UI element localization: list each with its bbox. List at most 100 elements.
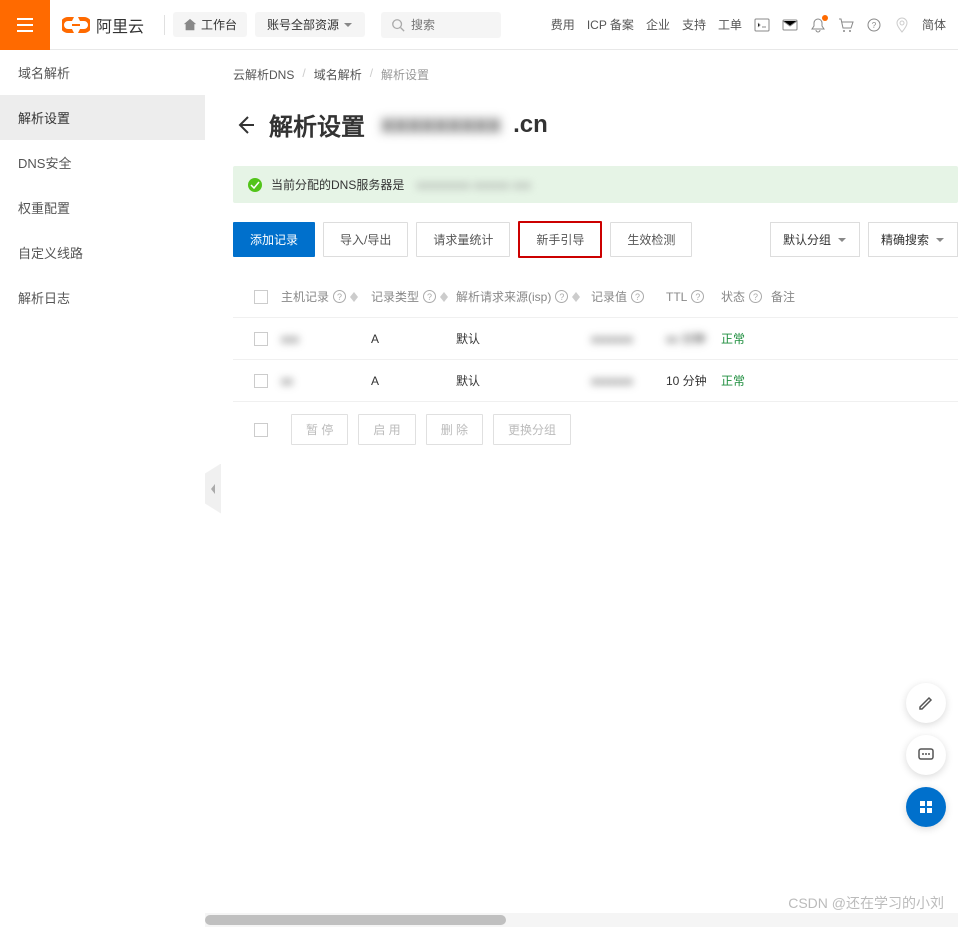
notification-dot xyxy=(822,15,828,21)
chevron-down-icon xyxy=(837,235,847,245)
th-type[interactable]: 记录类型 ? xyxy=(371,288,456,305)
help-icon[interactable]: ? xyxy=(749,290,762,303)
th-host[interactable]: 主机记录 ? xyxy=(281,288,371,305)
location-icon[interactable] xyxy=(894,17,910,33)
sidebar-item-resolve-settings[interactable]: 解析设置 xyxy=(0,95,205,140)
import-export-button[interactable]: 导入/导出 xyxy=(323,222,408,257)
chevron-left-icon xyxy=(209,483,217,495)
hamburger-menu-button[interactable] xyxy=(0,0,50,50)
sort-icon[interactable] xyxy=(350,292,358,302)
sort-icon[interactable] xyxy=(440,292,448,302)
sidebar-item-weight-config[interactable]: 权重配置 xyxy=(0,185,205,230)
select-all-checkbox[interactable] xyxy=(254,290,268,304)
alert-text: 当前分配的DNS服务器是 xyxy=(271,176,404,193)
bulk-pause-button[interactable]: 暂 停 xyxy=(291,414,348,445)
help-icon[interactable]: ? xyxy=(631,290,644,303)
resource-label: 账号全部资源 xyxy=(267,16,339,33)
sort-icon[interactable] xyxy=(572,292,580,302)
pencil-icon xyxy=(917,694,935,712)
link-icp[interactable]: ICP 备案 xyxy=(587,16,634,33)
breadcrumb-item[interactable]: 域名解析 xyxy=(314,66,362,83)
validity-check-button[interactable]: 生效检测 xyxy=(610,222,692,257)
float-buttons xyxy=(906,683,946,827)
top-header: 阿里云 工作台 账号全部资源 费用 ICP 备案 企业 支持 工单 ? 简体 xyxy=(0,0,958,50)
svg-text:?: ? xyxy=(872,21,877,30)
aliyun-logo-icon xyxy=(62,15,90,35)
cloudshell-icon[interactable] xyxy=(754,17,770,33)
sidebar-item-resolve-log[interactable]: 解析日志 xyxy=(0,275,205,320)
edit-float-button[interactable] xyxy=(906,683,946,723)
horizontal-scrollbar[interactable] xyxy=(205,913,958,927)
scrollbar-thumb[interactable] xyxy=(205,915,506,925)
language-selector[interactable]: 简体 xyxy=(922,16,946,33)
link-enterprise[interactable]: 企业 xyxy=(646,16,670,33)
link-ticket[interactable]: 工单 xyxy=(718,16,742,33)
th-status: 状态 ? xyxy=(721,288,771,305)
alert-blurred: xxxxxxxxx xxxxxx xxx xyxy=(416,178,531,192)
row-checkbox[interactable] xyxy=(254,374,268,388)
cell-host: xx xyxy=(281,374,293,388)
page-title-domain-blurred: xxxxxxxxx xyxy=(381,111,501,139)
bulk-enable-button[interactable]: 启 用 xyxy=(358,414,415,445)
sidebar-item-custom-line[interactable]: 自定义线路 xyxy=(0,230,205,275)
feedback-float-button[interactable] xyxy=(906,735,946,775)
bulk-delete-button[interactable]: 删 除 xyxy=(426,414,483,445)
cart-icon[interactable] xyxy=(838,17,854,33)
breadcrumb-current: 解析设置 xyxy=(381,66,429,83)
sidebar: 域名解析 解析设置 DNS安全 权重配置 自定义线路 解析日志 xyxy=(0,50,205,927)
page-title: 解析设置 xyxy=(269,107,365,142)
help-icon[interactable]: ? xyxy=(423,290,436,303)
bulk-change-group-button[interactable]: 更换分组 xyxy=(493,414,571,445)
breadcrumb-sep: / xyxy=(370,66,373,83)
sidebar-item-dns-security[interactable]: DNS安全 xyxy=(0,140,205,185)
message-icon[interactable] xyxy=(782,17,798,33)
search-mode-label: 精确搜索 xyxy=(881,231,929,248)
table-row: xxx A 默认 xxxxxxx xx 分钟 正常 xyxy=(233,318,958,360)
chevron-down-icon xyxy=(343,20,353,30)
cell-value: xxxxxxx xyxy=(591,374,633,388)
page-title-row: 解析设置 xxxxxxxxx .cn xyxy=(233,107,958,142)
th-isp[interactable]: 解析请求来源(isp) ? xyxy=(456,288,591,305)
help-icon[interactable]: ? xyxy=(866,17,882,33)
help-icon[interactable]: ? xyxy=(555,290,568,303)
cell-status: 正常 xyxy=(721,372,771,389)
back-arrow-icon[interactable] xyxy=(233,113,257,137)
grid-icon xyxy=(917,798,935,816)
search-mode-selector[interactable]: 精确搜索 xyxy=(868,222,958,257)
bulk-checkbox[interactable] xyxy=(254,423,268,437)
toolbar: 添加记录 导入/导出 请求量统计 新手引导 生效检测 默认分组 精确搜索 xyxy=(233,221,958,258)
notification-icon[interactable] xyxy=(810,17,826,33)
row-checkbox[interactable] xyxy=(254,332,268,346)
add-record-button[interactable]: 添加记录 xyxy=(233,222,315,257)
link-fee[interactable]: 费用 xyxy=(551,16,575,33)
cell-type: A xyxy=(371,332,456,346)
help-icon[interactable]: ? xyxy=(691,290,704,303)
breadcrumb-item[interactable]: 云解析DNS xyxy=(233,66,294,83)
cell-ttl: xx 分钟 xyxy=(666,332,705,346)
logo[interactable]: 阿里云 xyxy=(50,13,156,37)
cell-isp: 默认 xyxy=(456,372,591,389)
bulk-actions-row: 暂 停 启 用 删 除 更换分组 xyxy=(233,402,958,457)
newbie-guide-button[interactable]: 新手引导 xyxy=(518,221,602,258)
cell-host: xxx xyxy=(281,332,299,346)
sidebar-item-domain-resolve[interactable]: 域名解析 xyxy=(0,50,205,95)
chevron-down-icon xyxy=(935,235,945,245)
workspace-button[interactable]: 工作台 xyxy=(173,12,247,37)
search-icon xyxy=(391,18,405,32)
help-icon[interactable]: ? xyxy=(333,290,346,303)
apps-float-button[interactable] xyxy=(906,787,946,827)
search-input[interactable] xyxy=(411,18,491,32)
cell-type: A xyxy=(371,374,456,388)
cell-isp: 默认 xyxy=(456,330,591,347)
group-selector[interactable]: 默认分组 xyxy=(770,222,860,257)
cell-ttl: 10 分钟 xyxy=(666,372,721,389)
chat-icon xyxy=(917,746,935,764)
request-stats-button[interactable]: 请求量统计 xyxy=(416,222,510,257)
th-note: 备注 xyxy=(771,288,821,305)
search-box[interactable] xyxy=(381,12,501,38)
link-support[interactable]: 支持 xyxy=(682,16,706,33)
sidebar-collapse-handle[interactable] xyxy=(205,464,221,514)
resource-selector[interactable]: 账号全部资源 xyxy=(255,12,365,37)
cell-status: 正常 xyxy=(721,330,771,347)
divider xyxy=(164,15,165,35)
